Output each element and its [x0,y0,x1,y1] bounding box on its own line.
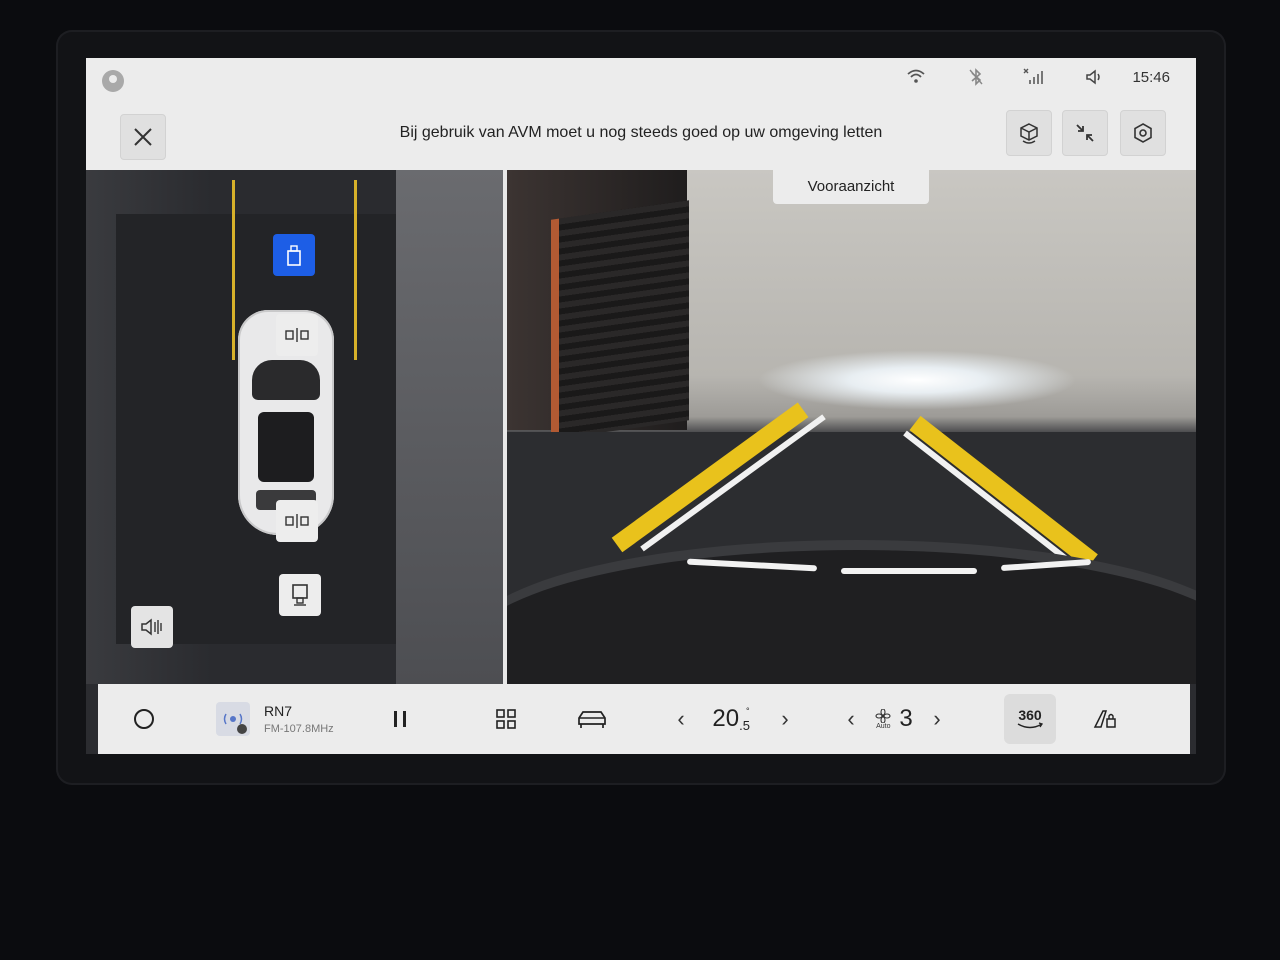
rear-camera-icon [292,584,308,606]
fan-display: Auto 3 [864,705,924,733]
radio-station: RN7 [264,703,293,719]
front-camera-icon [287,245,301,266]
temp-increase-chevron-right-icon[interactable]: › [772,706,798,732]
clock: 15:46 [1132,69,1170,86]
camera-scene-shutter [551,200,689,440]
temp-decrease-chevron-left-icon[interactable]: ‹ [668,706,694,732]
top-view-panel[interactable] [86,170,503,684]
minimize-icon [1076,124,1094,142]
media-widget[interactable]: RN7 FM-107.8MHz [216,684,456,754]
view-360-button[interactable]: 360 [1004,694,1056,744]
side-cameras-icon [285,514,309,528]
parking-wall [396,170,503,684]
headlight-glow [757,350,1077,410]
temperature-display: 20.5 ° [694,705,772,733]
bottom-dock: RN7 FM-107.8MHz ‹ 20.5 ° › ‹ Auto 3 › 360 [98,684,1190,754]
car-icon [578,711,606,728]
avm-header: Bij gebruik van AVM moet u nog steeds go… [86,100,1196,170]
apps-button[interactable] [494,684,518,754]
temperature-control: ‹ 20.5 ° › [668,684,798,754]
volume-icon[interactable] [1082,68,1106,90]
home-button[interactable] [132,684,156,754]
settings-icon [1134,123,1152,143]
pause-icon [394,711,406,727]
rear-side-view-button[interactable] [276,500,318,542]
rotate-360-icon [1017,722,1044,729]
fan-icon [875,708,891,723]
temp-value-dec: .5 [739,718,750,733]
3d-view-button[interactable] [1006,110,1052,156]
minimize-button[interactable] [1062,110,1108,156]
guide-line-left [232,180,235,360]
rear-camera-button[interactable] [279,574,321,616]
view-360-label: 360 [1018,707,1042,723]
3d-view-icon [1020,123,1038,144]
guide-line-right [354,180,357,360]
distance-line [841,568,977,574]
radio-icon [216,702,250,736]
fan-control: ‹ Auto 3 › [838,684,950,754]
temp-value-int: 20 [712,705,740,732]
fan-mode: Auto [876,722,891,730]
bluetooth-off-icon [964,68,988,90]
no-signal-icon [1022,68,1046,90]
infotainment-screen: 15:46 Bij gebruik van AVM moet u nog ste… [86,58,1196,754]
front-camera-view[interactable]: Vooraanzicht [507,170,1196,684]
vehicle-button[interactable] [576,684,608,754]
assisted-driving-button[interactable] [1092,684,1118,754]
pause-button[interactable] [390,684,410,754]
temp-degree: ° [745,706,750,716]
front-side-view-button[interactable] [276,314,318,356]
parking-sensor-sound-button[interactable] [131,606,173,648]
settings-button[interactable] [1120,110,1166,156]
speaker-sensor-icon [141,618,162,636]
profile-icon[interactable] [102,70,124,92]
front-camera-button[interactable] [273,234,315,276]
radio-frequency: FM-107.8MHz [264,723,334,735]
fan-speed: 3 [899,705,913,732]
apps-grid-icon [496,709,516,729]
steering-lock-icon [1093,710,1116,728]
fan-decrease-chevron-left-icon[interactable]: ‹ [838,706,864,732]
home-circle-icon [134,709,154,729]
side-cameras-icon [285,328,309,342]
wifi-icon [904,68,928,90]
status-bar: 15:46 [86,58,1196,100]
fan-increase-chevron-right-icon[interactable]: › [924,706,950,732]
camera-view-label: Vooraanzicht [773,170,929,204]
